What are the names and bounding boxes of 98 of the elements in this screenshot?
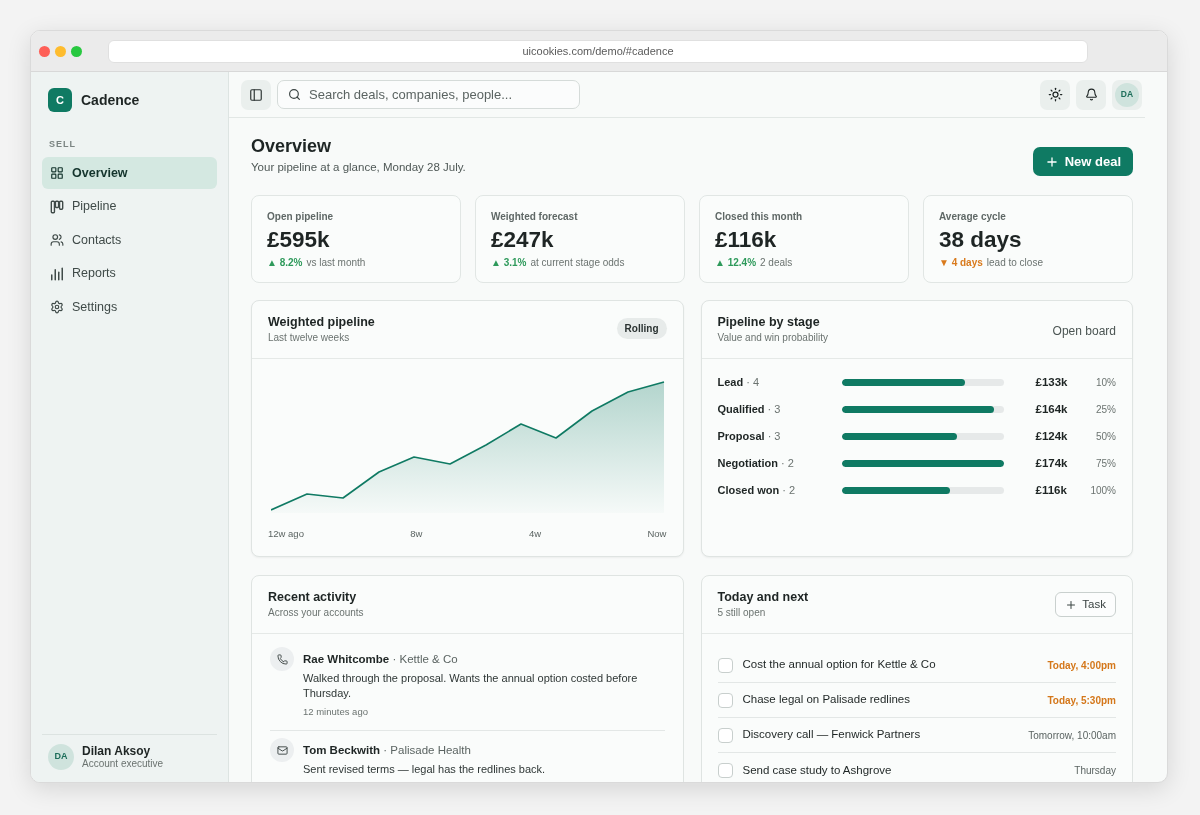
task-checkbox[interactable] — [717, 727, 733, 743]
notifications-button[interactable] — [1076, 79, 1106, 110]
add-task-button[interactable]: Task — [1055, 592, 1116, 617]
task-due-time: Today, 4:00pm — [1047, 658, 1116, 673]
people-icon — [50, 233, 64, 247]
card-subtitle: Value and win probability — [717, 332, 828, 344]
phone-icon — [270, 647, 294, 671]
card-subtitle: 5 still open — [717, 607, 766, 619]
activity-text: Sent revised terms — legal has the redlines back. — [303, 762, 546, 777]
stage-probability: 100% — [1090, 484, 1116, 498]
card-title: Recent activity — [268, 589, 357, 605]
change-note: vs last month — [306, 257, 366, 269]
axis-label: 8w — [410, 528, 423, 540]
nav-item[interactable]: Contacts — [42, 224, 217, 256]
bar-chart-icon — [50, 266, 64, 281]
sun-icon — [1047, 87, 1063, 102]
stage-probability: 10% — [1096, 376, 1116, 390]
stage-label: Closed won · 2 — [717, 483, 796, 499]
panel-icon — [249, 87, 263, 102]
task-label: Cost the annual option for Kettle & Co — [742, 657, 936, 673]
activity-heading: Tom Beckwith · Palisade Health — [303, 743, 471, 758]
change-note: lead to close — [986, 257, 1043, 269]
stage-value: £164k — [1035, 401, 1069, 417]
stage-value: £116k — [1035, 482, 1068, 498]
page-title: Overview — [251, 135, 332, 157]
task-checkbox[interactable] — [717, 692, 733, 708]
stage-value: £174k — [1035, 455, 1069, 471]
task-due-time: Thursday — [1074, 764, 1116, 778]
theme-toggle-button[interactable] — [1040, 79, 1070, 110]
task-due-time: Tomorrow, 10:00am — [1028, 728, 1116, 743]
window-minimize-icon[interactable] — [55, 45, 66, 57]
stat-label: Closed this month — [715, 211, 803, 223]
stat-value: £116k — [715, 227, 777, 253]
search-icon — [288, 88, 301, 101]
task-due-time: Today, 5:30pm — [1047, 693, 1116, 708]
stat-label: Open pipeline — [267, 211, 334, 223]
stage-label: Proposal · 3 — [717, 429, 781, 445]
user-name: Dilan Aksoy — [82, 744, 151, 758]
stat-value: £247k — [491, 227, 554, 253]
card-title: Weighted pipeline — [268, 314, 375, 330]
change-text: ▲ 3.1% — [491, 257, 527, 269]
brand-name: Cadence — [81, 90, 140, 110]
new-deal-button[interactable]: New deal — [1032, 147, 1133, 176]
gear-icon — [50, 300, 64, 314]
axis-label: Now — [647, 528, 667, 540]
nav-item[interactable]: Reports — [42, 257, 217, 290]
task-label: Chase legal on Palisade redlines — [742, 692, 910, 708]
card-title: Pipeline by stage — [717, 314, 820, 330]
nav-item[interactable]: Overview — [42, 157, 217, 189]
activity-text: Walked through the proposal. Wants the annual option costed before Thursday. — [303, 671, 639, 701]
user-role: Account executive — [82, 758, 164, 770]
card-subtitle: Across your accounts — [268, 607, 364, 619]
stage-probability: 75% — [1096, 457, 1116, 471]
task-label: Discovery call — Fenwick Partners — [742, 727, 921, 743]
rolling-tag: Rolling — [616, 318, 667, 339]
task-checkbox[interactable] — [717, 657, 733, 673]
change-text: ▲ 12.4% — [715, 257, 757, 269]
sidebar-toggle-button[interactable] — [241, 79, 271, 110]
mail-icon — [270, 738, 294, 762]
change-text: ▼ 4 days — [939, 257, 983, 269]
task-checkbox[interactable] — [717, 763, 733, 778]
grid-icon — [50, 166, 64, 180]
stat-label: Weighted forecast — [491, 211, 578, 223]
address-bar[interactable]: uicookies.com/demo/#cadence — [108, 39, 1088, 63]
card-subtitle: Last twelve weeks — [268, 332, 350, 344]
stage-value: £124k — [1035, 428, 1069, 444]
change-note: 2 deals — [760, 257, 793, 269]
kanban-icon — [50, 199, 64, 214]
stat-label: Average cycle — [939, 211, 1006, 223]
change-text: ▲ 8.2% — [267, 257, 303, 269]
stage-probability: 50% — [1096, 430, 1116, 444]
stat-value: 38 days — [939, 227, 1022, 253]
activity-time: 12 minutes ago — [303, 706, 368, 718]
bell-icon — [1084, 88, 1098, 101]
section-label: SELL — [49, 139, 76, 150]
stat-value: £595k — [267, 227, 330, 253]
stage-label: Lead · 4 — [717, 375, 760, 391]
nav-item[interactable]: Pipeline — [42, 190, 217, 223]
nav-item[interactable]: Settings — [42, 291, 217, 323]
plus-icon — [1044, 154, 1059, 169]
stage-label: Negotiation · 2 — [717, 456, 794, 472]
stage-probability: 25% — [1096, 403, 1116, 417]
window-zoom-icon[interactable] — [71, 45, 82, 57]
logo-icon: C — [48, 88, 72, 112]
search-field[interactable]: Search deals, companies, people... — [277, 80, 580, 109]
plus-icon — [1065, 598, 1078, 611]
stage-label: Qualified · 3 — [717, 402, 781, 418]
activity-heading: Rae Whitcombe · Kettle & Co — [303, 652, 458, 667]
task-label: Send case study to Ashgrove — [742, 762, 892, 778]
change-note: at current stage odds — [530, 257, 625, 269]
axis-label: 4w — [528, 528, 542, 540]
page-subtitle: Your pipeline at a glance, Monday 28 July. — [251, 160, 466, 175]
card-title: Today and next — [717, 589, 809, 605]
open-board-button[interactable]: Open board — [1044, 320, 1124, 342]
window-close-icon[interactable] — [39, 45, 50, 57]
stage-value: £133k — [1035, 374, 1069, 390]
axis-label: 12w ago — [268, 528, 304, 540]
user-avatar: DA — [48, 744, 74, 770]
